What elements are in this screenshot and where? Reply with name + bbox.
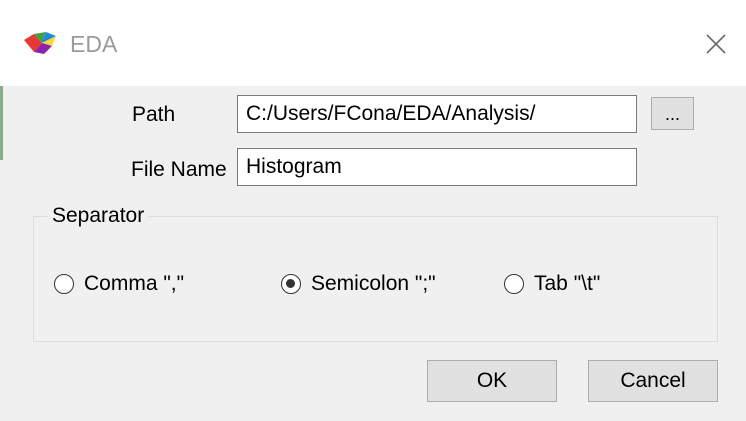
window-title: EDA [70,31,118,57]
close-button[interactable] [696,24,736,64]
radio-comma[interactable]: Comma "," [54,272,184,296]
browse-button[interactable]: ... [651,97,694,130]
export-dialog: EDA Path C:/Users/FCona/EDA/Analysis/ ..… [0,0,746,421]
file-name-input[interactable]: Histogram [237,148,637,186]
radio-semicolon-label: Semicolon ";" [311,272,436,295]
radio-tab[interactable]: Tab "\t" [504,272,600,296]
eda-logo-icon [24,32,56,54]
path-label: Path [132,103,176,126]
radio-semicolon-circle[interactable] [281,274,301,294]
ok-button[interactable]: OK [427,360,557,402]
file-name-label: File Name [131,158,227,181]
close-icon [706,34,726,54]
radio-tab-label: Tab "\t" [534,272,601,295]
path-input[interactable]: C:/Users/FCona/EDA/Analysis/ [237,95,637,133]
radio-comma-label: Comma "," [84,272,185,295]
title-bar: EDA [0,0,746,86]
radio-comma-circle[interactable] [54,274,74,294]
separator-group-title: Separator [48,204,149,228]
cancel-button[interactable]: Cancel [588,360,718,402]
radio-tab-circle[interactable] [504,274,524,294]
radio-semicolon[interactable]: Semicolon ";" [281,272,436,296]
